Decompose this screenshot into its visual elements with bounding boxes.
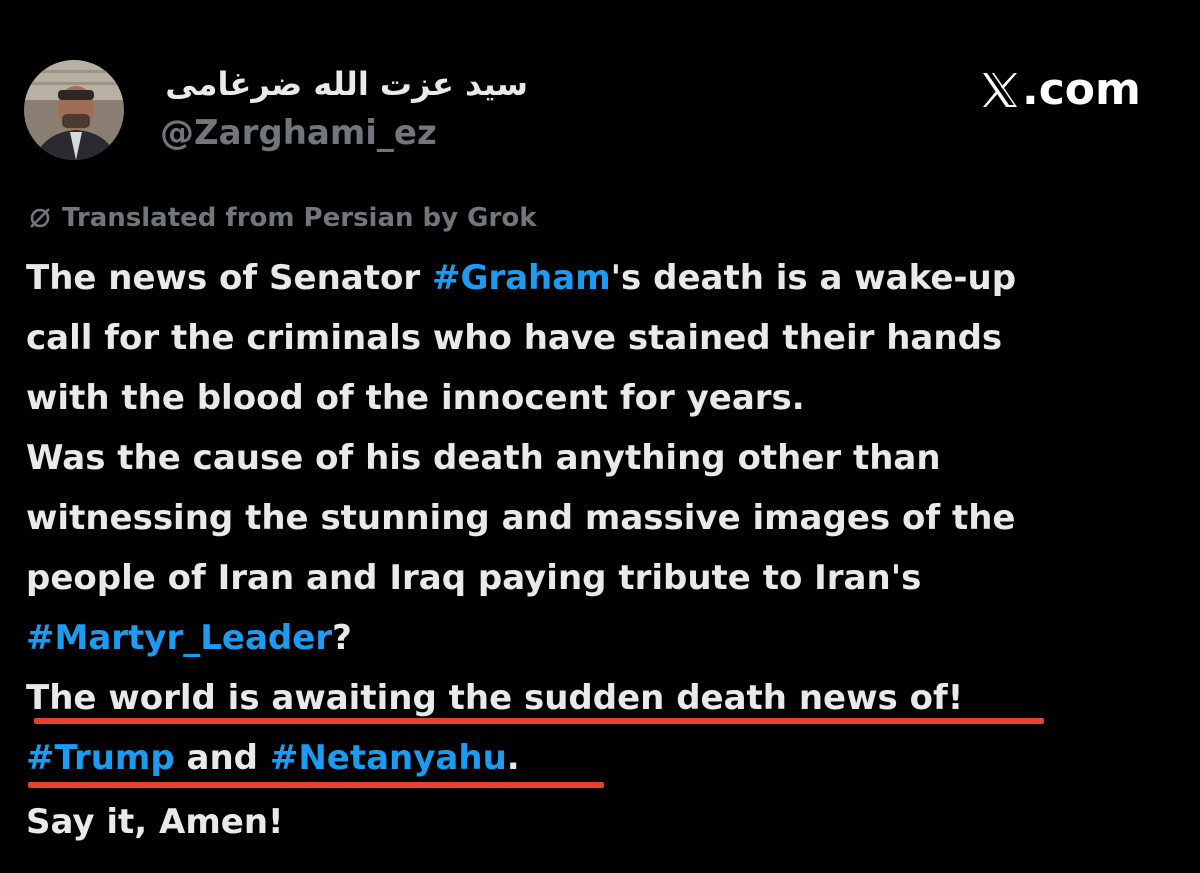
author-display-name[interactable]: سيد عزت الله ضرغامی bbox=[160, 62, 528, 106]
tweet-line-2: call for the criminals who have stained … bbox=[26, 318, 1003, 358]
tweet-line-7: #Martyr_Leader? bbox=[26, 608, 352, 668]
annotation-underline-2 bbox=[28, 782, 604, 788]
hashtag-trump[interactable]: #Trump bbox=[26, 738, 175, 778]
tweet-text: . bbox=[506, 738, 520, 778]
hashtag-martyr-leader[interactable]: #Martyr_Leader bbox=[26, 618, 332, 658]
tweet-line-1: The news of Senator #Graham's death is a… bbox=[26, 248, 1016, 308]
brand-label: .com bbox=[1022, 64, 1141, 115]
tweet-line-9: #Trump and #Netanyahu. bbox=[26, 728, 520, 788]
translation-note-text: Translated from Persian by Grok bbox=[62, 203, 537, 233]
author-handle[interactable]: @Zarghami_ez bbox=[160, 112, 437, 154]
tweet-text: and bbox=[174, 738, 270, 778]
hashtag-graham[interactable]: #Graham bbox=[432, 258, 611, 298]
tweet-line-10: Say it, Amen! bbox=[26, 802, 284, 842]
x-logo-icon bbox=[980, 70, 1020, 110]
annotation-underline-1 bbox=[34, 718, 1044, 724]
avatar[interactable] bbox=[24, 60, 124, 160]
tweet-text: 's death is a wake-up bbox=[610, 258, 1017, 298]
tweet-text: The news of Senator bbox=[26, 258, 432, 298]
translation-note[interactable]: Translated from Persian by Grok bbox=[28, 198, 537, 238]
profile-photo bbox=[24, 60, 124, 160]
tweet-line-5: witnessing the stunning and massive imag… bbox=[26, 498, 1016, 538]
tweet-line-4: Was the cause of his death anything othe… bbox=[26, 438, 941, 478]
tweet-text: ? bbox=[332, 618, 352, 658]
tweet-line-3: with the blood of the innocent for years… bbox=[26, 378, 805, 418]
brand-watermark: .com bbox=[980, 62, 1141, 118]
translate-glyph-icon bbox=[28, 206, 52, 230]
hashtag-netanyahu[interactable]: #Netanyahu bbox=[270, 738, 507, 778]
tweet-line-6: people of Iran and Iraq paying tribute t… bbox=[26, 558, 922, 598]
